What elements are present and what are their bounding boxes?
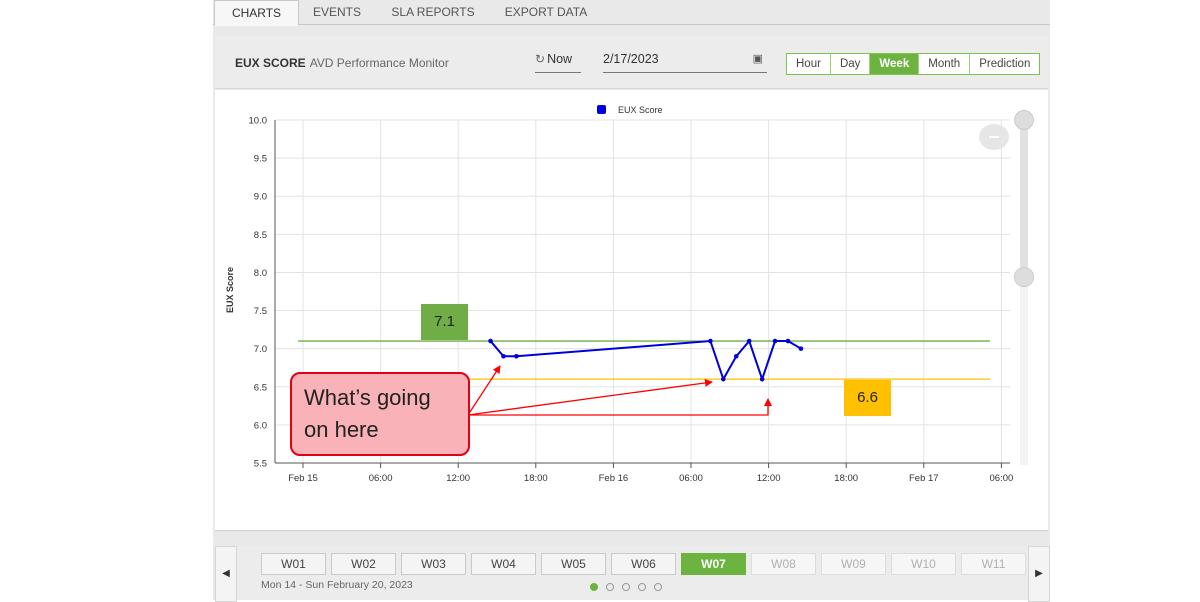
range-month-button[interactable]: Month (919, 54, 971, 74)
y-tick-label: 9.5 (254, 154, 267, 165)
week-button-w05[interactable]: W05 (541, 553, 606, 575)
week-button-w06[interactable]: W06 (611, 553, 676, 575)
data-point (488, 338, 493, 344)
tab-charts[interactable]: CHARTS (214, 0, 299, 26)
chart-title: EUX SCORE (235, 56, 306, 70)
y-tick-label: 9.0 (254, 192, 267, 203)
y-tick-label: 6.5 (254, 382, 267, 393)
week-button-w08[interactable]: W08 (751, 553, 816, 575)
week-button-w09[interactable]: W09 (821, 553, 886, 575)
data-point (708, 338, 713, 344)
time-range-selector: Hour Day Week Month Prediction (786, 53, 1041, 75)
week-button-w03[interactable]: W03 (401, 553, 466, 575)
x-tick-label: Feb 17 (909, 473, 939, 484)
data-point (733, 353, 739, 359)
x-tick-label: Feb 15 (288, 473, 318, 484)
collapse-icon[interactable] (979, 124, 1009, 150)
week-button-w07[interactable]: W07 (681, 553, 746, 575)
y-tick-label: 10.0 (249, 116, 268, 127)
x-tick-label: 06:00 (990, 473, 1014, 484)
page-dot[interactable] (654, 583, 662, 591)
x-tick-label: 06:00 (679, 473, 703, 484)
data-point (772, 338, 778, 344)
tab-export-data[interactable]: EXPORT DATA (496, 0, 596, 24)
week-buttons: W01 W02 W03 W04 W05 W06 W07 W08 W09 W10 W11 (261, 553, 1031, 575)
refresh-icon: ↻ (535, 52, 546, 66)
prev-arrow-icon[interactable]: ◀ (215, 546, 237, 602)
y-tick-label: 6.0 (254, 420, 267, 431)
range-hour-button[interactable]: Hour (787, 54, 831, 74)
scroll-bottom-handle[interactable] (1014, 267, 1034, 287)
y-tick-label: 7.5 (254, 306, 267, 317)
threshold-label-high: 7.1 (421, 304, 468, 340)
data-point (501, 353, 506, 359)
range-week-button[interactable]: Week (870, 54, 920, 74)
legend-swatch (597, 105, 606, 114)
chart-subtitle: AVD Performance Monitor (309, 56, 449, 70)
annotation-line-1: What’s going (304, 385, 431, 410)
eux-score-chart: 10.0 9.5 9.0 8.5 8.0 7.5 7.0 6.5 6.0 5.5 Feb 15 06:… (225, 105, 1014, 484)
chart-panel: 10.0 9.5 9.0 8.5 8.0 7.5 7.0 6.5 6.0 5.5 Feb 15 06:… (215, 90, 1048, 531)
app-window: CHARTS EVENTS SLA REPORTS EXPORT DATA EU… (213, 0, 1050, 602)
y-tick-label: 8.5 (254, 230, 267, 241)
x-tick-label: Feb 16 (599, 473, 629, 484)
date-input[interactable]: 2/17/2023 ▣ (603, 52, 767, 73)
page-dot[interactable] (638, 583, 646, 591)
x-tick-label: 18:00 (524, 473, 548, 484)
y-tick-label: 5.5 (254, 459, 267, 470)
tab-sla-reports[interactable]: SLA REPORTS (383, 0, 483, 24)
x-tick-label: 18:00 (834, 473, 858, 484)
vertical-scroll-range[interactable] (1020, 120, 1028, 280)
main-tabs: CHARTS EVENTS SLA REPORTS EXPORT DATA (213, 0, 1050, 26)
week-range-label: Mon 14 - Sun February 20, 2023 (261, 579, 413, 591)
range-prediction-button[interactable]: Prediction (970, 54, 1039, 74)
week-button-w11[interactable]: W11 (961, 553, 1026, 575)
page-dot[interactable] (606, 583, 614, 591)
x-tick-label: 12:00 (757, 473, 781, 484)
page-dot[interactable] (590, 583, 598, 591)
chart-header: EUX SCORE AVD Performance Monitor ↻ Now 2/… (215, 36, 1048, 89)
annotation-arrow (468, 398, 772, 416)
week-button-w10[interactable]: W10 (891, 553, 956, 575)
threshold-label-low: 6.6 (844, 380, 891, 416)
now-button[interactable]: ↻ Now (535, 52, 581, 73)
y-tick-label: 7.0 (254, 344, 267, 355)
x-tick-label: 12:00 (446, 473, 470, 484)
week-button-w04[interactable]: W04 (471, 553, 536, 575)
data-point (798, 346, 804, 351)
page-dots (590, 583, 670, 591)
y-tick-label: 8.0 (254, 268, 267, 279)
annotation-text: What’s going on here (304, 382, 431, 446)
legend-label: EUX Score (618, 105, 663, 115)
range-day-button[interactable]: Day (831, 54, 871, 74)
now-label: Now (547, 52, 573, 66)
data-point (759, 376, 765, 382)
data-point (721, 376, 726, 382)
page-dot[interactable] (622, 583, 630, 591)
scroll-top-handle[interactable] (1014, 110, 1034, 130)
week-button-w01[interactable]: W01 (261, 553, 326, 575)
next-arrow-icon[interactable]: ▶ (1028, 546, 1050, 602)
annotation-callout: What’s going on here (290, 372, 470, 456)
y-axis-label: EUX Score (225, 267, 235, 313)
date-value: 2/17/2023 (603, 52, 659, 66)
x-tick-label: 06:00 (369, 473, 393, 484)
series-line (489, 339, 802, 383)
tab-events[interactable]: EVENTS (303, 0, 371, 24)
annotation-line-2: on here (304, 417, 379, 442)
calendar-icon[interactable]: ▣ (753, 52, 763, 65)
page-title: EUX SCORE AVD Performance Monitor (235, 56, 449, 70)
week-button-w02[interactable]: W02 (331, 553, 396, 575)
data-point (785, 338, 791, 344)
data-point (746, 338, 752, 344)
annotation-arrow (467, 365, 501, 416)
data-point (514, 353, 519, 359)
week-navigator: ◀ W01 W02 W03 W04 W05 W06 W07 W08 W09 W10 W11 Mon … (215, 546, 1050, 602)
